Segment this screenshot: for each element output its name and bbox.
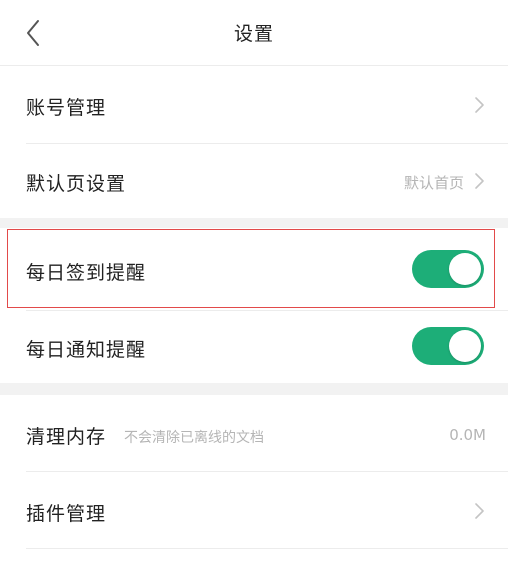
nav-header: 设置 — [0, 0, 508, 66]
daily-notification-reminder-row: 每日通知提醒 — [0, 311, 508, 383]
page-title: 设置 — [233, 23, 274, 45]
row-label: 每日签到提醒 — [26, 262, 147, 284]
section-gap — [0, 383, 508, 395]
row-label: 默认页设置 — [26, 173, 127, 195]
chevron-right-icon — [475, 97, 484, 113]
row-label: 每日通知提醒 — [26, 339, 147, 361]
daily-notification-toggle[interactable] — [412, 327, 484, 365]
default-page-value: 默认首页 — [403, 174, 464, 192]
divider — [26, 548, 508, 549]
chevron-right-icon — [475, 173, 484, 189]
section-gap — [0, 218, 508, 228]
settings-screen: 设置 账号管理 默认页设置 默认首页 每日签到提醒 每日通知提醒 清理内存 不会… — [0, 0, 508, 561]
plugin-management-row[interactable]: 插件管理 — [0, 472, 508, 548]
row-label: 清理内存 — [26, 426, 107, 448]
clear-cache-hint: 不会清除已离线的文档 — [124, 430, 264, 446]
row-label: 账号管理 — [26, 97, 107, 119]
toggle-knob — [449, 253, 481, 285]
chevron-right-icon — [475, 503, 484, 519]
toggle-knob — [449, 330, 481, 362]
default-page-row[interactable]: 默认页设置 默认首页 — [0, 144, 508, 218]
row-label: 插件管理 — [26, 503, 107, 525]
daily-checkin-toggle[interactable] — [412, 250, 484, 288]
cache-size-value: 0.0M — [449, 426, 486, 444]
clear-cache-row[interactable]: 清理内存 不会清除已离线的文档 0.0M — [0, 395, 508, 471]
daily-checkin-reminder-row: 每日签到提醒 — [0, 228, 508, 309]
account-management-row[interactable]: 账号管理 — [0, 66, 508, 143]
